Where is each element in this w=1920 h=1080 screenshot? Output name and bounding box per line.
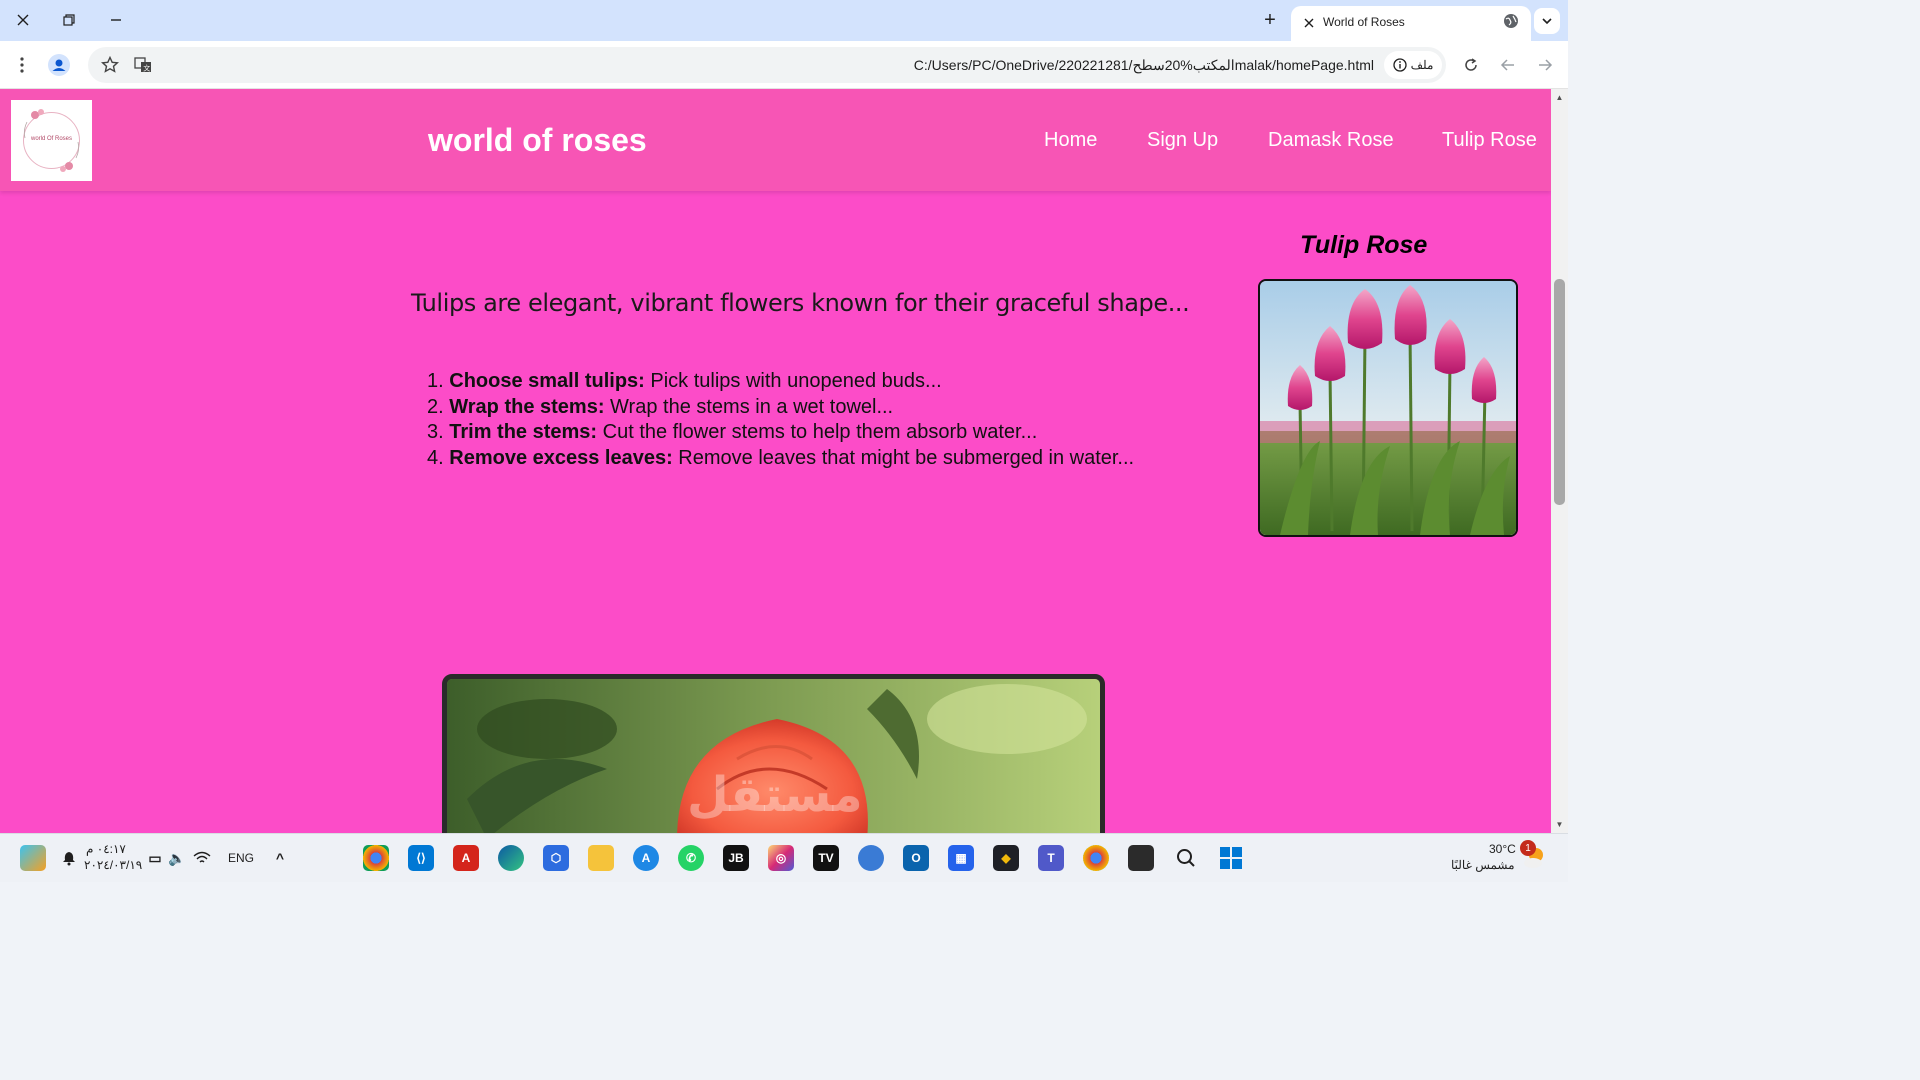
- chrome-icon[interactable]: [363, 845, 389, 871]
- browser-titlebar: + World of Roses: [0, 0, 1568, 41]
- tray-overflow-icon[interactable]: ^: [267, 845, 293, 871]
- site-header: world Of Roses world of roses Home Sign …: [0, 89, 1551, 191]
- clock-date[interactable]: ٢٠٢٤/٠٣/١٩: [84, 858, 142, 872]
- tab-close-icon[interactable]: [1299, 13, 1319, 33]
- nav-damask-rose[interactable]: Damask Rose: [1268, 129, 1394, 152]
- reload-icon[interactable]: [1459, 53, 1483, 77]
- close-window-icon[interactable]: [8, 6, 38, 34]
- translate-icon[interactable]: 文: [131, 53, 155, 77]
- svg-text:文: 文: [143, 64, 150, 73]
- volume-icon[interactable]: 🔈: [164, 845, 190, 871]
- menu-icon[interactable]: [10, 53, 34, 77]
- nav-tulip-rose[interactable]: Tulip Rose: [1442, 129, 1537, 152]
- whatsapp-icon[interactable]: ✆: [678, 845, 704, 871]
- wifi-icon[interactable]: [189, 845, 215, 871]
- clock-time[interactable]: ٠٤:١٧ م: [86, 842, 126, 856]
- step-heading: Wrap the stems:: [449, 395, 605, 418]
- nav-home[interactable]: Home: [1044, 129, 1097, 152]
- outlook-icon[interactable]: O: [903, 845, 929, 871]
- browser-toolbar: 文 C:/Users/PC/OneDrive/220221281/المكتب%…: [0, 41, 1568, 89]
- file-explorer-icon[interactable]: [588, 845, 614, 871]
- star-icon[interactable]: [98, 53, 122, 77]
- list-item: 2. Wrap the stems: Wrap the stems in a w…: [427, 395, 1134, 421]
- step-number: 3.: [427, 421, 444, 443]
- weather-description[interactable]: مشمس غالبًا: [1451, 858, 1515, 872]
- globe-icon: [1503, 13, 1519, 29]
- search-icon[interactable]: [1173, 845, 1199, 871]
- scroll-down-icon[interactable]: ▼: [1555, 820, 1564, 829]
- edge-icon[interactable]: [498, 845, 524, 871]
- site-logo[interactable]: world Of Roses: [11, 100, 92, 181]
- box-app-icon[interactable]: ⬡: [543, 845, 569, 871]
- step-text: Pick tulips with unopened buds...: [644, 370, 942, 392]
- file-label: ملف: [1410, 58, 1434, 72]
- scroll-up-icon[interactable]: ▲: [1555, 93, 1564, 102]
- notification-badge: 1: [1520, 840, 1536, 856]
- profile-icon[interactable]: [47, 53, 71, 77]
- info-icon: [1392, 58, 1407, 72]
- page-scrollbar[interactable]: ▲ ▼: [1551, 89, 1568, 833]
- weather-temperature[interactable]: 30°C: [1489, 842, 1516, 856]
- step-text: Wrap the stems in a wet towel...: [604, 395, 894, 418]
- step-text: Cut the flower stems to help them absorb…: [597, 421, 1038, 443]
- list-item: 1. Choose small tulips: Pick tulips with…: [427, 369, 1134, 395]
- list-item: 4. Remove excess leaves: Remove leaves t…: [427, 446, 1134, 472]
- windows-start-icon[interactable]: [1218, 845, 1244, 871]
- minimize-icon[interactable]: [101, 6, 131, 34]
- step-number: 2.: [427, 395, 444, 418]
- tradingview-icon[interactable]: TV: [813, 845, 839, 871]
- address-bar[interactable]: 文 C:/Users/PC/OneDrive/220221281/المكتب%…: [88, 47, 1446, 83]
- step-number: 1.: [427, 370, 444, 392]
- back-icon[interactable]: [1496, 53, 1520, 77]
- tab-search-chevron-icon[interactable]: [1534, 8, 1560, 34]
- globe-app-icon[interactable]: [858, 845, 884, 871]
- logo-text: world Of Roses: [30, 136, 72, 142]
- step-heading: Trim the stems:: [449, 421, 598, 443]
- ms-store-icon[interactable]: ▦: [948, 845, 974, 871]
- tab-title: World of Roses: [1323, 15, 1405, 29]
- terminal-icon[interactable]: [1128, 845, 1154, 871]
- teams-icon[interactable]: T: [1038, 845, 1064, 871]
- rose-video[interactable]: مستقل: [442, 674, 1105, 833]
- care-steps-list: 1. Choose small tulips: Pick tulips with…: [427, 369, 1134, 471]
- acrobat-icon[interactable]: A: [453, 845, 479, 871]
- step-heading: Choose small tulips:: [449, 370, 645, 392]
- nav-sign-up[interactable]: Sign Up: [1147, 129, 1218, 152]
- new-tab-icon[interactable]: +: [1258, 8, 1282, 32]
- chrome-2-icon[interactable]: [1083, 845, 1109, 871]
- site-title: world of roses: [428, 122, 647, 158]
- active-tab[interactable]: World of Roses: [1291, 6, 1531, 41]
- scroll-thumb[interactable]: [1554, 279, 1565, 505]
- side-title: Tulip Rose: [1300, 231, 1428, 259]
- list-item: 3. Trim the stems: Cut the flower stems …: [427, 420, 1134, 446]
- tulip-image: [1258, 279, 1518, 537]
- app-store-icon[interactable]: A: [633, 845, 659, 871]
- step-heading: Remove excess leaves:: [449, 446, 673, 469]
- url-text[interactable]: C:/Users/PC/OneDrive/220221281/المكتب%20…: [914, 57, 1374, 74]
- step-number: 4.: [427, 446, 444, 469]
- step-text: Remove leaves that might be submerged in…: [672, 446, 1135, 469]
- notification-bell-icon[interactable]: [56, 845, 82, 871]
- intro-text: Tulips are elegant, vibrant flowers know…: [411, 289, 1190, 317]
- copilot-icon[interactable]: [20, 845, 46, 871]
- page-viewport: world Of Roses world of roses Home Sign …: [0, 89, 1551, 833]
- site-info-chip[interactable]: ملف: [1384, 51, 1442, 79]
- instagram-icon[interactable]: ◎: [768, 845, 794, 871]
- language-indicator[interactable]: ENG: [228, 851, 254, 865]
- jetbrains-icon[interactable]: JB: [723, 845, 749, 871]
- watermark-text: مستقل: [687, 767, 863, 823]
- restore-icon[interactable]: [54, 6, 84, 34]
- binance-icon[interactable]: ◆: [993, 845, 1019, 871]
- forward-icon[interactable]: [1533, 53, 1557, 77]
- windows-taskbar: ٠٤:١٧ م ٢٠٢٤/٠٣/١٩ ▭ 🔈 ENG ^ ⟨⟩ A ⬡ A ✆ …: [0, 833, 1568, 882]
- vscode-icon[interactable]: ⟨⟩: [408, 845, 434, 871]
